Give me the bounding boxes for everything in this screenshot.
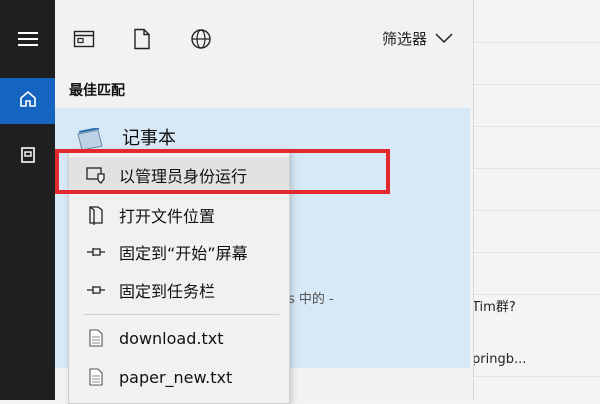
menu-divider — [83, 314, 279, 315]
filter-dropdown[interactable]: 筛选器 — [382, 28, 453, 49]
notebook-icon — [18, 145, 38, 169]
recent-file-item[interactable]: paper_new.txt — [69, 359, 289, 395]
highlight-annotation — [55, 149, 390, 194]
folder-icon — [85, 204, 107, 226]
text-file-icon — [85, 366, 107, 388]
menu-item-label: 打开文件位置 — [119, 207, 216, 226]
background-text: Tim群? — [472, 300, 516, 315]
menu-item-label: download.txt — [119, 328, 224, 348]
background-window: Tim群? pringb... — [470, 0, 600, 400]
result-detail-text: s 中的 - — [288, 292, 334, 307]
menu-item-label: 固定到任务栏 — [119, 282, 216, 301]
open-file-location-menu-item[interactable]: 打开文件位置 — [69, 197, 289, 233]
globe-icon — [190, 28, 212, 54]
background-row — [470, 0, 600, 43]
filter-label: 筛选器 — [381, 30, 427, 48]
documents-filter-button[interactable] — [129, 28, 155, 54]
apps-filter-button[interactable] — [71, 28, 97, 54]
text-file-icon — [85, 327, 107, 349]
document-icon — [133, 28, 151, 54]
start-menu-rail — [0, 0, 55, 400]
background-row — [470, 210, 600, 253]
background-row — [470, 42, 600, 85]
filter-toolbar: 筛选器 — [55, 0, 473, 70]
pin-icon — [85, 279, 107, 301]
menu-button[interactable] — [0, 18, 55, 64]
pin-to-taskbar-menu-item[interactable]: 固定到任务栏 — [69, 272, 289, 308]
chevron-down-icon — [435, 30, 453, 48]
background-row — [470, 168, 600, 211]
app-window-icon — [73, 29, 95, 53]
background-row — [470, 84, 600, 127]
notebook-button[interactable] — [0, 134, 55, 180]
background-text: pringb... — [472, 352, 527, 367]
app-name: 记事本 — [122, 128, 176, 149]
hamburger-icon — [17, 31, 38, 51]
background-row — [470, 126, 600, 169]
home-button[interactable] — [0, 78, 55, 124]
menu-item-label: paper_new.txt — [119, 367, 233, 387]
pin-to-start-menu-item[interactable]: 固定到“开始”屏幕 — [69, 234, 289, 270]
background-row — [470, 252, 600, 295]
menu-item-label: 固定到“开始”屏幕 — [119, 244, 248, 263]
pin-icon — [85, 241, 107, 263]
recent-file-item[interactable]: download.txt — [69, 320, 289, 356]
web-filter-button[interactable] — [188, 28, 214, 54]
best-match-heading: 最佳匹配 — [69, 83, 125, 99]
home-icon — [18, 89, 38, 113]
